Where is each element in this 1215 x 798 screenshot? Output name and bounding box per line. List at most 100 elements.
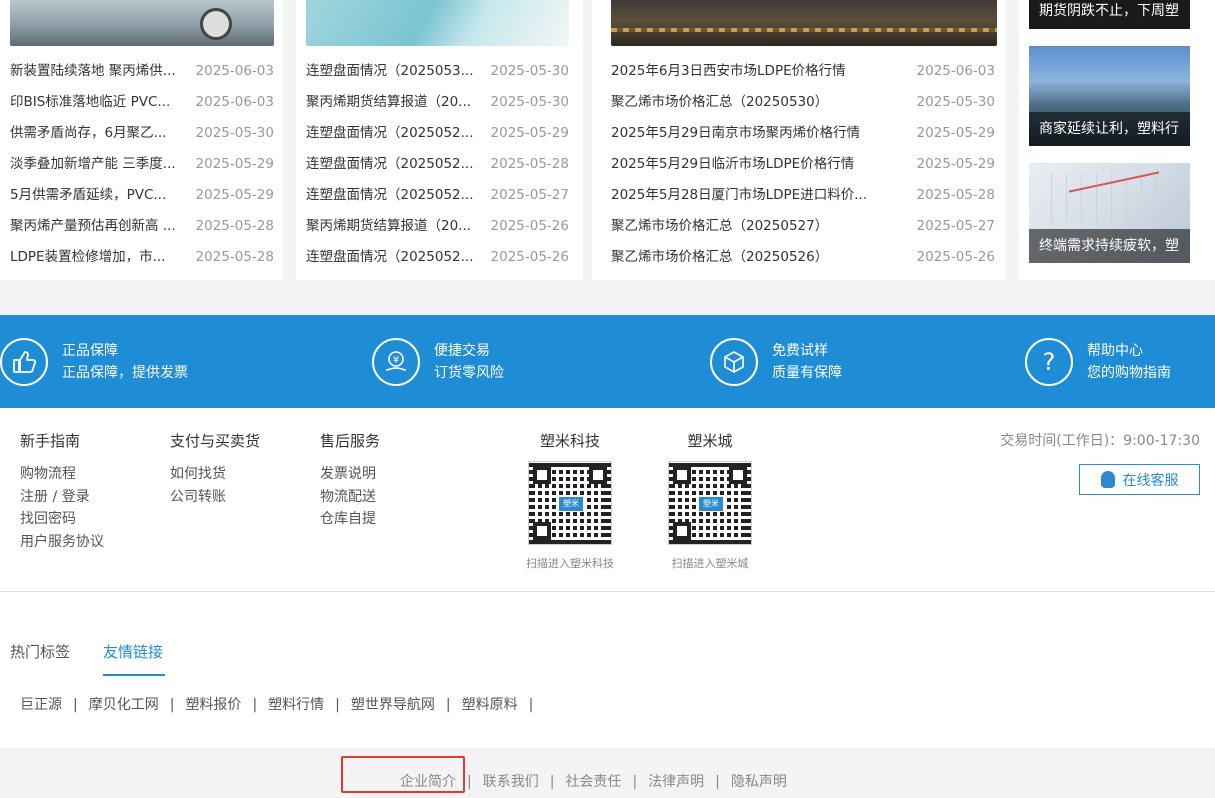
qr-block-city: 塑米城 扫描进入塑米城: [655, 430, 765, 571]
news-item[interactable]: 聚丙烯产量预估再创新高 ... 2025-05-28: [10, 211, 274, 242]
news-title[interactable]: 聚乙烯市场价格汇总（20250527）: [611, 211, 828, 242]
news-title[interactable]: 聚丙烯期货结算报道（20...: [306, 87, 471, 118]
news-date: 2025-06-03: [916, 63, 995, 79]
svg-text:?: ?: [1043, 349, 1056, 375]
news-date: 2025-05-30: [490, 94, 569, 110]
footer-link[interactable]: 如何找货: [170, 463, 260, 486]
footer-link[interactable]: 注册 / 登录: [20, 486, 104, 509]
side-news-card[interactable]: 终端需求持续疲软，塑: [1029, 163, 1190, 263]
qr-caption: 扫描进入塑米城: [671, 557, 749, 570]
footer-link[interactable]: 仓库自提: [320, 508, 380, 531]
news-item[interactable]: 2025年5月29日南京市场聚丙烯价格行情 2025-05-29: [611, 118, 995, 149]
news-title[interactable]: LDPE装置检修增加，市...: [10, 242, 165, 273]
service-bar: 正品保障 正品保障，提供发票 ¥ 便捷交易 订货零风险 免费试样 质量有保障 ?…: [0, 315, 1215, 408]
contact-us-link[interactable]: 联系我们: [483, 774, 539, 790]
news-title[interactable]: 连塑盘面情况（2025052...: [306, 149, 474, 180]
footer-link[interactable]: 找回密码: [20, 508, 104, 531]
news-item[interactable]: 聚丙烯期货结算报道（20... 2025-05-30: [306, 87, 569, 118]
news-title[interactable]: 连塑盘面情况（2025052...: [306, 242, 474, 273]
news-item[interactable]: 2025年5月28日厦门市场LDPE进口料价... 2025-05-28: [611, 180, 995, 211]
news-date: 2025-05-30: [916, 94, 995, 110]
question-icon: ?: [1025, 337, 1073, 386]
news-item[interactable]: LDPE装置检修增加，市... 2025-05-28: [10, 242, 274, 273]
qr-title: 塑米科技: [539, 432, 600, 450]
news-thumbnail[interactable]: [306, 0, 569, 46]
news-title[interactable]: 聚丙烯产量预估再创新高 ...: [10, 211, 176, 242]
news-item[interactable]: 聚乙烯市场价格汇总（20250526） 2025-05-26: [611, 242, 995, 273]
service-desc: 您的购物指南: [1087, 364, 1171, 381]
news-item[interactable]: 印BIS标准落地临近 PVC... 2025-06-03: [10, 87, 274, 118]
news-item[interactable]: 淡季叠加新增产能 三季度... 2025-05-29: [10, 149, 274, 180]
news-date: 2025-06-03: [195, 94, 274, 110]
service-title: 正品保障: [62, 342, 118, 359]
service-desc: 正品保障，提供发票: [62, 364, 188, 381]
qr-code: [668, 461, 752, 545]
bottom-bar: 企业简介 | 联系我们 | 社会责任 | 法律声明 | 隐私声明: [0, 748, 1215, 798]
tab-friend-links[interactable]: 友情链接: [103, 641, 163, 662]
news-item[interactable]: 聚乙烯市场价格汇总（20250530） 2025-05-30: [611, 87, 995, 118]
trade-time: 交易时间(工作日)：9:00-17:30: [1000, 433, 1200, 449]
news-date: 2025-05-29: [916, 156, 995, 172]
news-title[interactable]: 2025年5月28日厦门市场LDPE进口料价...: [611, 180, 867, 211]
friend-link[interactable]: 巨正源: [20, 697, 62, 713]
news-title[interactable]: 新装置陆续落地 聚丙烯供...: [10, 56, 176, 87]
online-service-label: 在线客服: [1122, 472, 1179, 489]
news-item[interactable]: 连塑盘面情况（2025052... 2025-05-27: [306, 180, 569, 211]
footer-link[interactable]: 购物流程: [20, 463, 104, 486]
news-date: 2025-06-03: [195, 63, 274, 79]
friend-links-list: 巨正源 | 摩贝化工网 | 塑料报价 | 塑料行情 | 塑世界导航网 | 塑料原料 |: [20, 697, 534, 713]
news-title[interactable]: 连塑盘面情况（2025052...: [306, 118, 474, 149]
news-title[interactable]: 2025年6月3日西安市场LDPE价格行情: [611, 56, 846, 87]
news-item[interactable]: 连塑盘面情况（2025052... 2025-05-26: [306, 242, 569, 273]
footer-link[interactable]: 物流配送: [320, 486, 380, 509]
news-date: 2025-05-29: [916, 125, 995, 141]
news-title[interactable]: 2025年5月29日南京市场聚丙烯价格行情: [611, 118, 860, 149]
news-panel-2: 连塑盘面情况（2025053... 2025-05-30 聚丙烯期货结算报道（20.…: [296, 0, 583, 280]
news-item[interactable]: 连塑盘面情况（2025052... 2025-05-29: [306, 118, 569, 149]
news-item[interactable]: 5月供需矛盾延续，PVC... 2025-05-29: [10, 180, 274, 211]
friend-link[interactable]: 塑料原料: [462, 697, 518, 713]
footer-col-title: 新手指南: [20, 432, 81, 450]
footer-link[interactable]: 公司转账: [170, 486, 260, 509]
news-date: 2025-05-30: [490, 63, 569, 79]
news-item[interactable]: 2025年5月29日临沂市场LDPE价格行情 2025-05-29: [611, 149, 995, 180]
side-news-card[interactable]: 期货阴跌不止，下周塑: [1029, 0, 1190, 29]
news-title[interactable]: 聚乙烯市场价格汇总（20250530）: [611, 87, 828, 118]
friend-link[interactable]: 塑世界导航网: [351, 697, 435, 713]
news-title[interactable]: 连塑盘面情况（2025052...: [306, 180, 474, 211]
qq-penguin-icon: [1100, 471, 1115, 488]
friend-link[interactable]: 摩贝化工网: [89, 697, 159, 713]
qr-caption: 扫描进入塑米科技: [526, 557, 614, 570]
news-item[interactable]: 聚乙烯市场价格汇总（20250527） 2025-05-27: [611, 211, 995, 242]
news-title[interactable]: 2025年5月29日临沂市场LDPE价格行情: [611, 149, 854, 180]
news-item[interactable]: 2025年6月3日西安市场LDPE价格行情 2025-06-03: [611, 56, 995, 87]
service-title: 免费试样: [772, 342, 828, 359]
friend-link[interactable]: 塑料行情: [268, 697, 324, 713]
news-title[interactable]: 淡季叠加新增产能 三季度...: [10, 149, 176, 180]
news-date: 2025-05-30: [195, 125, 274, 141]
social-responsibility-link[interactable]: 社会责任: [565, 774, 621, 790]
legal-statement-link[interactable]: 法律声明: [648, 774, 704, 790]
news-item[interactable]: 供需矛盾尚存，6月聚乙... 2025-05-30: [10, 118, 274, 149]
news-thumbnail[interactable]: [10, 0, 274, 46]
footer-link[interactable]: 用户服务协议: [20, 531, 104, 554]
news-item[interactable]: 新装置陆续落地 聚丙烯供... 2025-06-03: [10, 56, 274, 87]
tab-hot-tags[interactable]: 热门标签: [10, 641, 70, 662]
news-item[interactable]: 连塑盘面情况（2025052... 2025-05-28: [306, 149, 569, 180]
news-item[interactable]: 聚丙烯期货结算报道（20... 2025-05-26: [306, 211, 569, 242]
privacy-statement-link[interactable]: 隐私声明: [731, 774, 787, 790]
news-title[interactable]: 聚乙烯市场价格汇总（20250526）: [611, 242, 828, 273]
online-service-button[interactable]: 在线客服: [1079, 464, 1200, 495]
news-thumbnail[interactable]: [611, 0, 997, 46]
news-title[interactable]: 连塑盘面情况（2025053...: [306, 56, 474, 87]
news-date: 2025-05-29: [195, 187, 274, 203]
news-title[interactable]: 5月供需矛盾延续，PVC...: [10, 180, 166, 211]
news-title[interactable]: 供需矛盾尚存，6月聚乙...: [10, 118, 166, 149]
news-item[interactable]: 连塑盘面情况（2025053... 2025-05-30: [306, 56, 569, 87]
footer-link[interactable]: 发票说明: [320, 463, 380, 486]
friend-link[interactable]: 塑料报价: [185, 697, 241, 713]
side-news-card[interactable]: 商家延续让利，塑料行: [1029, 46, 1190, 146]
news-title[interactable]: 印BIS标准落地临近 PVC...: [10, 87, 170, 118]
footer: 新手指南 购物流程 注册 / 登录 找回密码 用户服务协议 支付与买卖货 如何找…: [0, 408, 1215, 591]
news-title[interactable]: 聚丙烯期货结算报道（20...: [306, 211, 471, 242]
